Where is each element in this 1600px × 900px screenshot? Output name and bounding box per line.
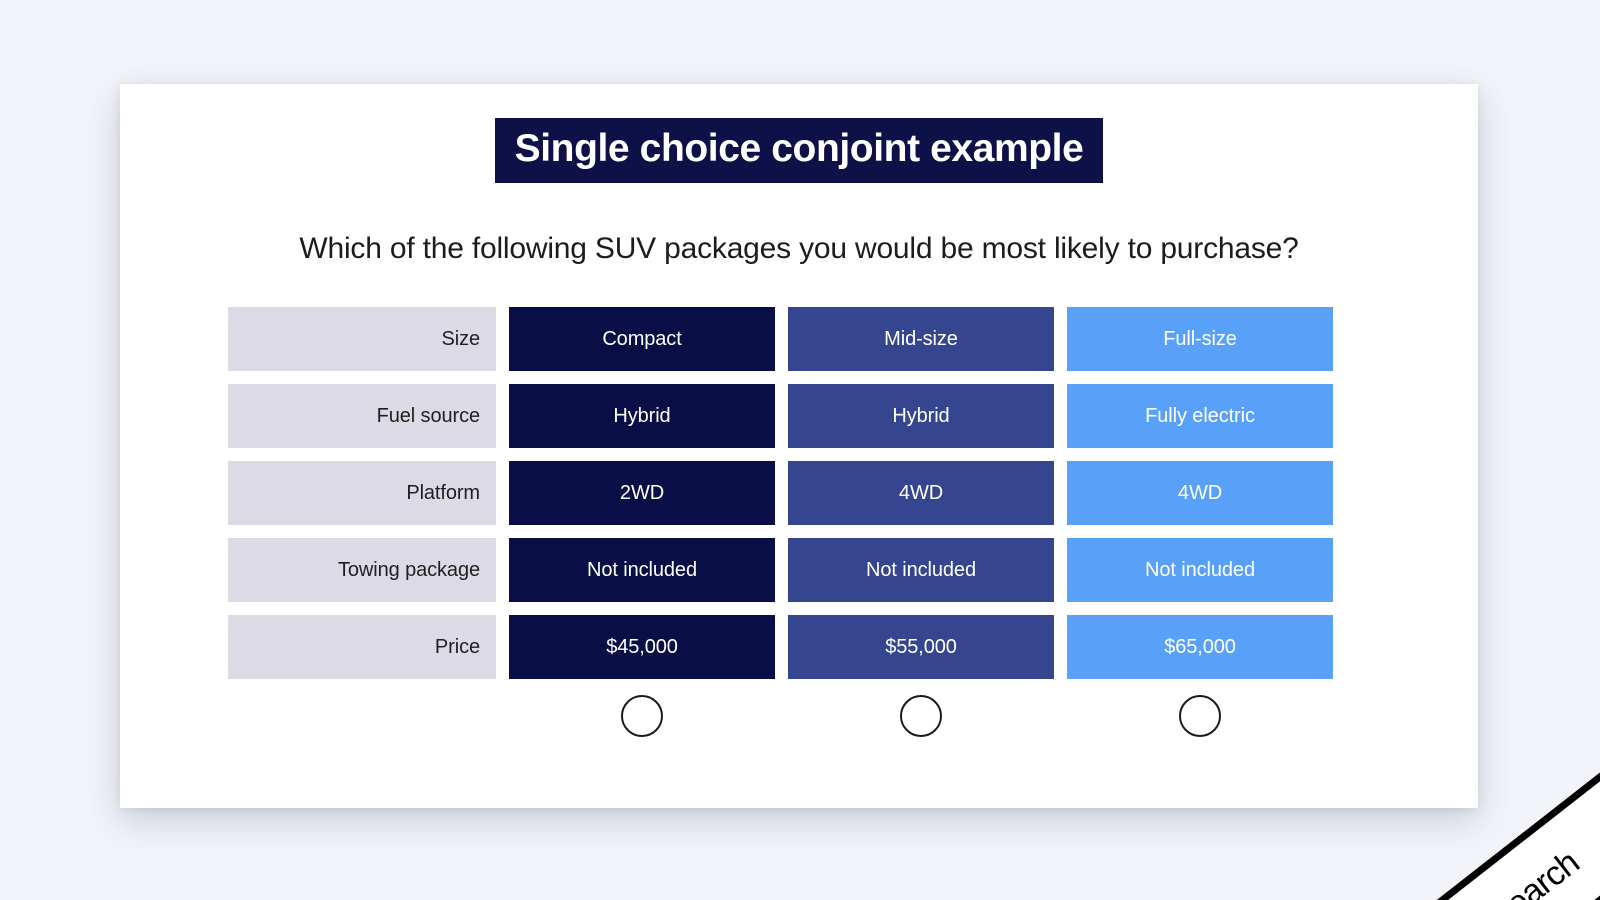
option-a-cell-towing-package[interactable]: Not included: [509, 538, 775, 602]
table-row: Platform 2WD 4WD 4WD: [228, 461, 1340, 525]
option-b-cell-platform[interactable]: 4WD: [788, 461, 1054, 525]
option-a-cell-price[interactable]: $45,000: [509, 615, 775, 679]
option-c-cell-towing-package[interactable]: Not included: [1067, 538, 1333, 602]
choice-radio-group: [228, 695, 1340, 737]
option-a-cell-size[interactable]: Compact: [509, 307, 775, 371]
conjoint-table: Size Compact Mid-size Full-size Fuel sou…: [228, 307, 1340, 692]
table-row: Price $45,000 $55,000 $65,000: [228, 615, 1340, 679]
option-b-cell-towing-package[interactable]: Not included: [788, 538, 1054, 602]
attribute-label-size: Size: [228, 307, 496, 371]
radio-slot-option-c: [1067, 695, 1333, 737]
radio-slot-option-b: [788, 695, 1054, 737]
option-c-cell-price[interactable]: $65,000: [1067, 615, 1333, 679]
brand-name-secondary: research: [1463, 843, 1586, 900]
table-row: Towing package Not included Not included…: [228, 538, 1340, 602]
table-row: Size Compact Mid-size Full-size: [228, 307, 1340, 371]
radio-slot-option-a: [509, 695, 775, 737]
attribute-label-price: Price: [228, 615, 496, 679]
radio-button-option-b[interactable]: [900, 695, 942, 737]
option-c-cell-platform[interactable]: 4WD: [1067, 461, 1333, 525]
option-a-cell-platform[interactable]: 2WD: [509, 461, 775, 525]
question-prompt: Which of the following SUV packages you …: [299, 232, 1299, 265]
option-b-cell-fuel-source[interactable]: Hybrid: [788, 384, 1054, 448]
attribute-label-towing-package: Towing package: [228, 538, 496, 602]
option-b-cell-price[interactable]: $55,000: [788, 615, 1054, 679]
radio-spacer: [228, 695, 496, 737]
table-row: Fuel source Hybrid Hybrid Fully electric: [228, 384, 1340, 448]
option-c-cell-fuel-source[interactable]: Fully electric: [1067, 384, 1333, 448]
brand-wordmark: driveresearch: [1402, 843, 1586, 900]
title-container: Single choice conjoint example: [120, 118, 1478, 183]
page-title: Single choice conjoint example: [494, 118, 1104, 183]
option-a-cell-fuel-source[interactable]: Hybrid: [509, 384, 775, 448]
option-b-cell-size[interactable]: Mid-size: [788, 307, 1054, 371]
attribute-label-platform: Platform: [228, 461, 496, 525]
option-c-cell-size[interactable]: Full-size: [1067, 307, 1333, 371]
slide-card: Single choice conjoint example Which of …: [120, 84, 1478, 808]
radio-button-option-c[interactable]: [1179, 695, 1221, 737]
attribute-label-fuel-source: Fuel source: [228, 384, 496, 448]
radio-button-option-a[interactable]: [621, 695, 663, 737]
